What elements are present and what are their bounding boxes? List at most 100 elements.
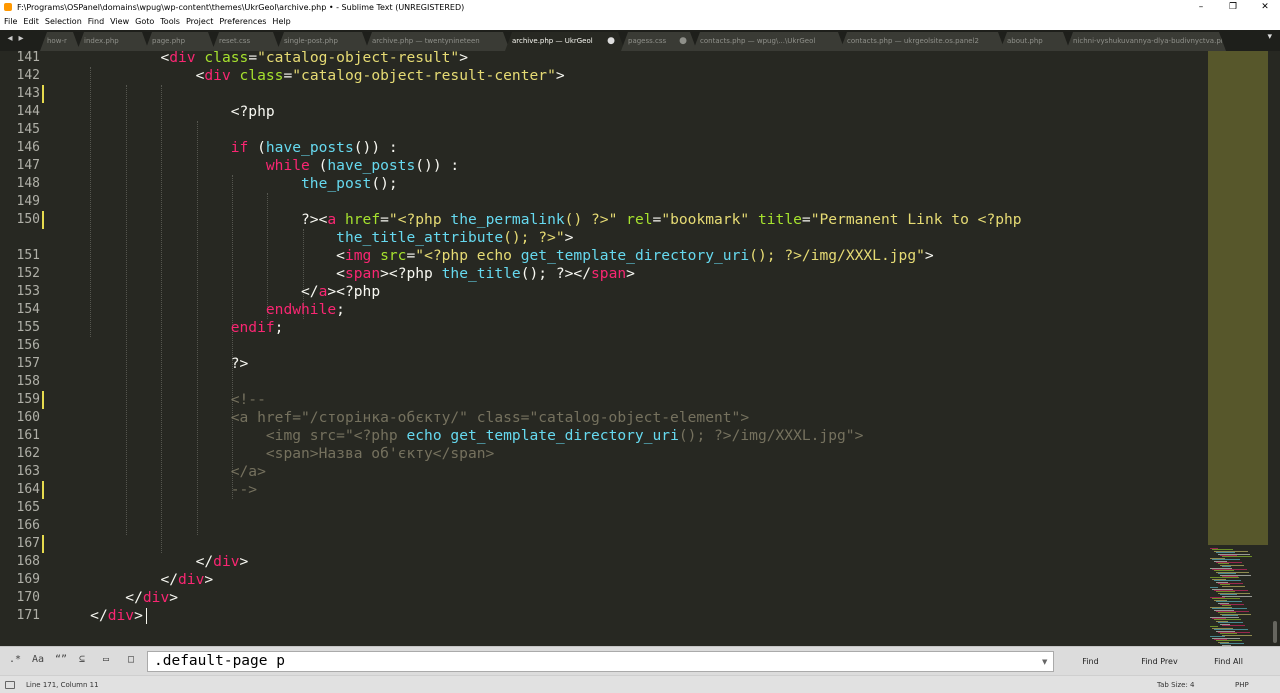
find-history-dropdown-icon[interactable]: ▼ [1042, 658, 1047, 666]
menu-selection[interactable]: Selection [42, 14, 85, 30]
case-sensitive-toggle-icon[interactable]: Aa [32, 654, 44, 665]
line-number: 171 [16, 608, 40, 623]
tab-8[interactable]: contacts.php — wpug\...\UkrGeol [693, 32, 845, 51]
code-line[interactable]: </div> [55, 571, 213, 589]
wrap-toggle-icon[interactable]: ▭ [103, 654, 109, 665]
line-number: 142 [16, 68, 40, 83]
menu-view[interactable]: View [107, 14, 132, 30]
line-number: 143 [16, 86, 40, 101]
code-line[interactable]: <img src="<?php echo get_template_direct… [55, 247, 934, 265]
code-line[interactable]: <div class="catalog-object-result"> [55, 51, 468, 67]
modified-line-marker [42, 481, 44, 499]
tab-unsaved-dot-icon[interactable]: ● [679, 32, 687, 51]
tab-10[interactable]: about.php [1000, 32, 1070, 51]
code-line[interactable]: endif; [55, 319, 284, 337]
code-line[interactable]: if (have_posts()) : [55, 139, 398, 157]
find-prev-button[interactable]: Find Prev [1127, 651, 1192, 672]
code-line[interactable]: <!-- [55, 391, 266, 409]
menu-tools[interactable]: Tools [157, 14, 183, 30]
line-number: 154 [16, 302, 40, 317]
menu-preferences[interactable]: Preferences [216, 14, 269, 30]
code-editor[interactable]: 141 142 143 144 145 146 147 148 149 150 151 152 153 1… [0, 51, 1206, 646]
code-token: = [248, 51, 258, 66]
tab-0[interactable]: how-r [40, 32, 80, 51]
code-line[interactable]: the_post(); [55, 175, 398, 193]
code-line[interactable]: </a><?php [55, 283, 380, 301]
code-token: endwhile [265, 301, 337, 318]
tab-2[interactable]: page.php [145, 32, 215, 51]
tab-unsaved-dot-icon[interactable]: ● [607, 32, 615, 51]
minimize-button[interactable]: – [1186, 0, 1216, 14]
code-line[interactable]: </div> [55, 607, 143, 625]
tab-1[interactable]: index.php [77, 32, 149, 51]
code-line[interactable]: <span><?php the_title(); ?></span> [55, 265, 635, 283]
code-line[interactable]: <span>Назва об'єкту</span> [55, 445, 494, 463]
code-token: = [380, 211, 389, 228]
code-token: = [801, 211, 811, 228]
code-token: > [239, 553, 249, 570]
vertical-scrollbar[interactable] [1270, 51, 1280, 646]
cursor-position: Line 171, Column 11 [26, 681, 99, 689]
find-all-button[interactable]: Find All [1196, 651, 1261, 672]
tab-7[interactable]: pagess.css ● [621, 32, 697, 51]
code-token: class [230, 67, 284, 84]
modified-line-marker [42, 535, 44, 553]
tab-3[interactable]: reset.css [212, 32, 280, 51]
tab-overflow-icon[interactable]: ▾ [1267, 32, 1272, 42]
tab-11[interactable]: nichni-vyshukuvannya-dlya-budivnyctva.ph… [1066, 32, 1226, 51]
menu-help[interactable]: Help [269, 14, 293, 30]
code-line[interactable]: ?><a href="<?php the_permalink() ?>" rel… [55, 211, 1022, 229]
code-line[interactable]: <a href="/сторінка-обєкту/" class="catal… [55, 409, 749, 427]
line-number: 147 [16, 158, 40, 173]
menu-project[interactable]: Project [183, 14, 216, 30]
highlight-matches-toggle-icon[interactable]: □ [128, 654, 134, 665]
find-input[interactable]: .default-page p [147, 651, 1054, 672]
code-line[interactable]: </a> [55, 463, 266, 481]
tab-5[interactable]: archive.php — twentynineteen [365, 32, 510, 51]
code-line[interactable]: <div class="catalog-object-result-center… [55, 67, 565, 85]
code-line[interactable]: </div> [55, 589, 178, 607]
code-token: > [134, 607, 143, 624]
code-token: <img src="<?php [265, 427, 407, 444]
code-line[interactable]: </div> [55, 553, 249, 571]
code-line[interactable]: the_title_attribute(); ?>"> [55, 229, 573, 247]
status-bar: Line 171, Column 11 Tab Size: 4 PHP [0, 675, 1280, 693]
code-line[interactable]: ?> [55, 355, 249, 373]
find-button[interactable]: Find [1058, 651, 1123, 672]
code-token: title [749, 211, 802, 228]
maximize-button[interactable]: ❐ [1218, 0, 1248, 14]
menu-goto[interactable]: Goto [132, 14, 157, 30]
tab-6[interactable]: archive.php — UkrGeol ● [505, 32, 625, 51]
menu-find[interactable]: Find [85, 14, 107, 30]
code-token: () ?>" [564, 211, 618, 228]
syntax-indicator[interactable]: PHP [1235, 676, 1249, 693]
menu-file[interactable]: File [1, 14, 20, 30]
tab-scroll-left-icon[interactable]: ◂ [5, 33, 15, 44]
panel-toggle-icon[interactable] [5, 681, 15, 689]
whole-word-toggle-icon[interactable]: “” [55, 654, 67, 665]
tab-size-indicator[interactable]: Tab Size: 4 [1157, 676, 1194, 693]
code-line[interactable]: while (have_posts()) : [55, 157, 459, 175]
menu-edit[interactable]: Edit [20, 14, 42, 30]
code-line[interactable]: <img src="<?php echo get_template_direct… [55, 427, 864, 445]
tab-scroll-right-icon[interactable]: ▸ [16, 33, 26, 44]
tab-4[interactable]: single-post.php [277, 32, 369, 51]
tab-9[interactable]: contacts.php — ukrgeolsite.os.panel2 [840, 32, 1005, 51]
scrollbar-thumb[interactable] [1273, 621, 1277, 643]
code-line[interactable]: endwhile; [55, 301, 345, 319]
close-button[interactable]: ✕ [1250, 0, 1280, 14]
code-token: src [371, 247, 407, 264]
in-selection-toggle-icon[interactable]: ⊆ [79, 654, 85, 665]
minimap[interactable] [1206, 51, 1270, 646]
code-line[interactable]: <?php [55, 103, 275, 121]
code-line[interactable]: --> [55, 481, 257, 499]
tab-bar: ◂ ▸ how-r index.php page.php reset.css singl… [0, 30, 1280, 51]
line-number: 158 [16, 374, 40, 389]
regex-toggle-icon[interactable]: .* [9, 654, 21, 665]
minimap-viewport[interactable] [1208, 51, 1268, 545]
